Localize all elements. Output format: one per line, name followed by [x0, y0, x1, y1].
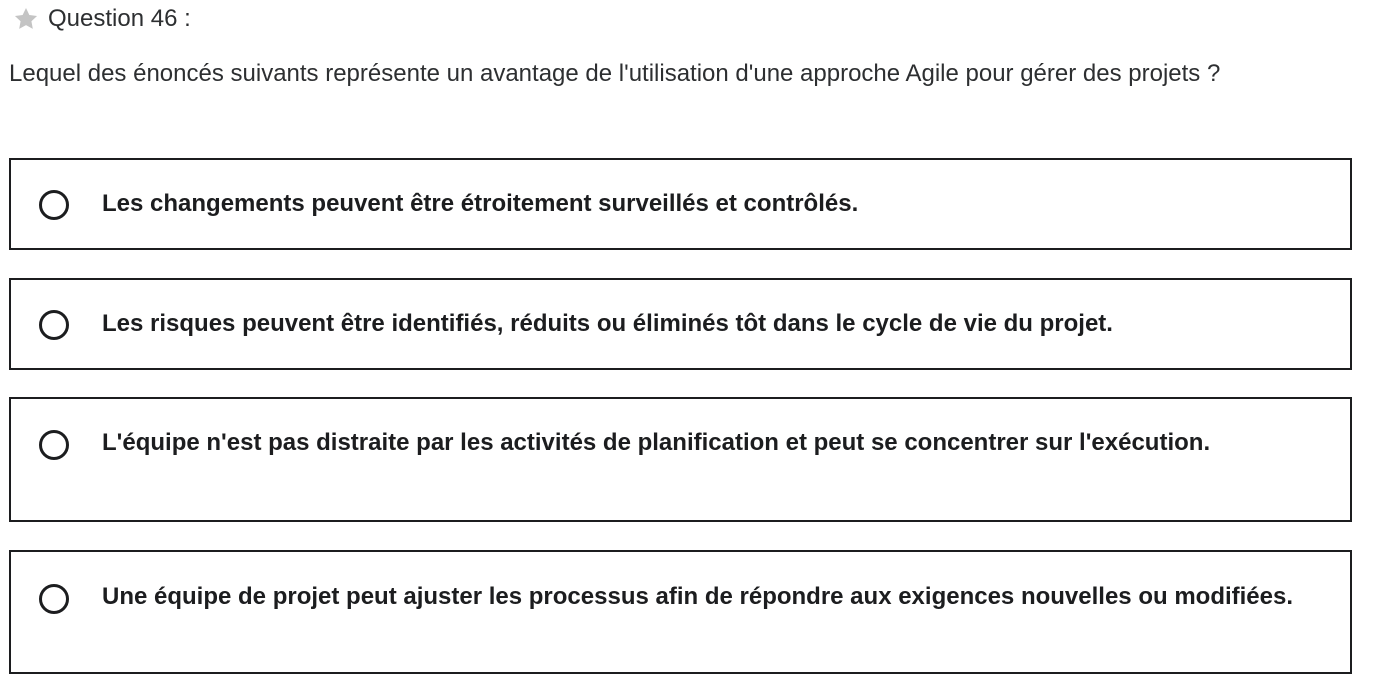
radio-button[interactable]: [39, 430, 69, 460]
radio-button[interactable]: [39, 310, 69, 340]
answer-option-1[interactable]: Les changements peuvent être étroitement…: [9, 158, 1352, 250]
radio-button[interactable]: [39, 584, 69, 614]
answer-option-label: Une équipe de projet peut ajuster les pr…: [102, 583, 1294, 610]
question-number: Question 46 :: [48, 5, 191, 32]
question-header: Question 46 :: [12, 4, 191, 34]
answer-option-2[interactable]: Les risques peuvent être identifiés, réd…: [9, 278, 1352, 370]
radio-button[interactable]: [39, 190, 69, 220]
answer-option-label: L'équipe n'est pas distraite par les act…: [102, 429, 1211, 456]
answer-option-label: Les changements peuvent être étroitement…: [102, 190, 859, 217]
answer-option-label: Les risques peuvent être identifiés, réd…: [102, 310, 1113, 337]
question-prompt: Lequel des énoncés suivants représente u…: [9, 60, 1221, 87]
answer-option-3[interactable]: L'équipe n'est pas distraite par les act…: [9, 397, 1352, 522]
star-icon[interactable]: [12, 5, 40, 33]
answer-option-4[interactable]: Une équipe de projet peut ajuster les pr…: [9, 550, 1352, 674]
